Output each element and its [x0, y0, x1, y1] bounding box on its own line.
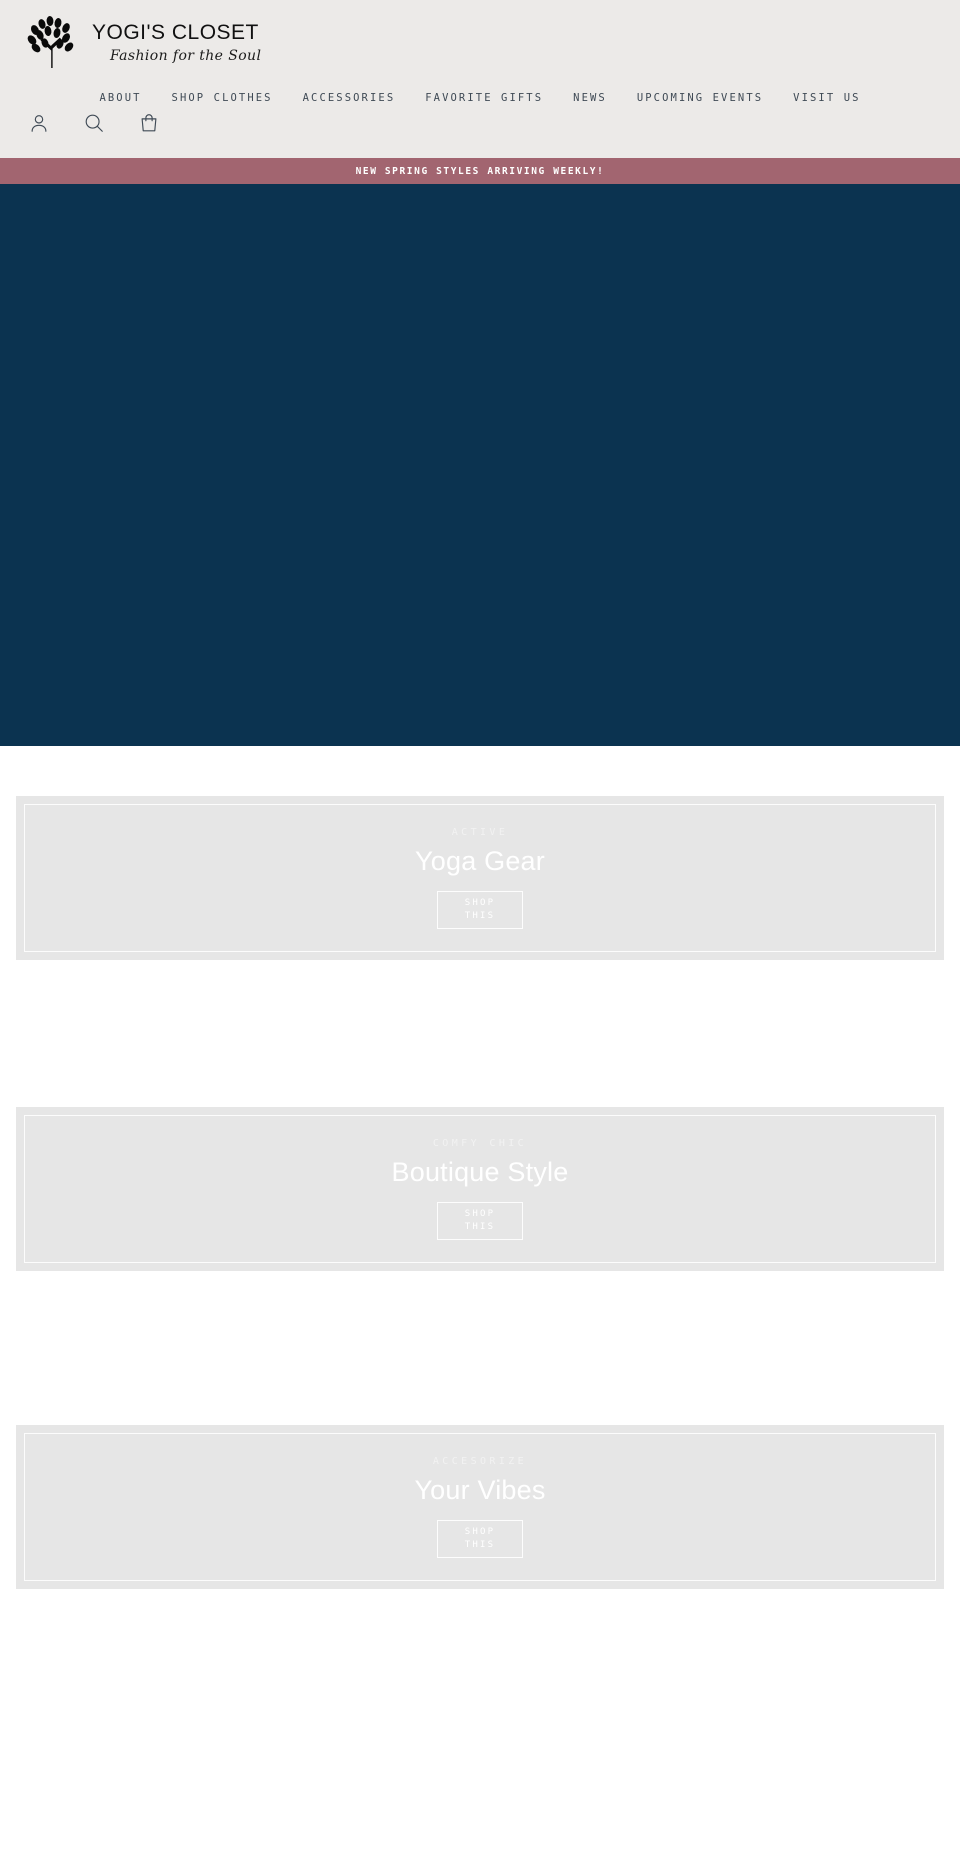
shop-this-button-line1: SHOP [464, 897, 496, 908]
brand-name: YOGI'S CLOSET [92, 21, 259, 45]
shop-this-button-line2: THIS [464, 911, 496, 921]
shop-this-button[interactable]: SHOP THIS [437, 891, 523, 929]
shop-this-button-line2: THIS [464, 1222, 496, 1232]
nav-link-favorite-gifts[interactable]: FAVORITE GIFTS [425, 92, 543, 104]
cart-icon[interactable] [138, 112, 160, 134]
nav-link-shop-clothes[interactable]: SHOP CLOTHES [172, 92, 273, 104]
brand-wordmark: YOGI'S CLOSET Fashion for the Soul [92, 20, 262, 64]
nav-link-visit-us[interactable]: VISIT US [793, 92, 860, 104]
site-header: YOGI'S CLOSET Fashion for the Soul ABOUT… [0, 0, 960, 158]
card-inner: COMFY CHIC Boutique Style SHOP THIS [24, 1115, 936, 1263]
shop-this-button[interactable]: SHOP THIS [437, 1202, 523, 1240]
card-title: Boutique Style [391, 1157, 569, 1187]
category-card-slot-1: ACTIVE Yoga Gear SHOP THIS [0, 746, 960, 1107]
category-card-yoga-gear[interactable]: ACTIVE Yoga Gear SHOP THIS [16, 796, 944, 960]
card-inner: ACCESORIZE Your Vibes SHOP THIS [24, 1433, 936, 1581]
promo-banner[interactable]: NEW SPRING STYLES ARRIVING WEEKLY! [0, 158, 960, 184]
card-title: Your Vibes [414, 1475, 546, 1505]
brand-tagline: Fashion for the Soul [110, 47, 262, 64]
shop-this-button-line2: THIS [464, 1540, 496, 1550]
category-card-slot-2: COMFY CHIC Boutique Style SHOP THIS [0, 1107, 960, 1425]
nav-link-upcoming-events[interactable]: UPCOMING EVENTS [637, 92, 763, 104]
brand-logo[interactable]: YOGI'S CLOSET Fashion for the Soul [26, 14, 261, 70]
account-icon[interactable] [28, 112, 50, 134]
card-inner: ACTIVE Yoga Gear SHOP THIS [24, 804, 936, 952]
main-navigation: ABOUT SHOP CLOTHES ACCESSORIES FAVORITE … [0, 92, 960, 104]
category-cards: ACTIVE Yoga Gear SHOP THIS COMFY CHIC Bo… [0, 746, 960, 1745]
shop-this-button-line1: SHOP [464, 1208, 496, 1219]
shop-this-button[interactable]: SHOP THIS [437, 1520, 523, 1558]
category-card-your-vibes[interactable]: ACCESORIZE Your Vibes SHOP THIS [16, 1425, 944, 1589]
card-overline: COMFY CHIC [432, 1138, 528, 1149]
page-root: YOGI'S CLOSET Fashion for the Soul ABOUT… [0, 0, 960, 1875]
category-card-slot-3: ACCESORIZE Your Vibes SHOP THIS [0, 1425, 960, 1745]
card-overline: ACTIVE [451, 827, 509, 838]
card-overline: ACCESORIZE [432, 1456, 528, 1467]
card-title: Yoga Gear [415, 846, 545, 876]
nav-link-news[interactable]: NEWS [573, 92, 607, 104]
header-utility-icons [28, 112, 160, 134]
category-card-boutique-style[interactable]: COMFY CHIC Boutique Style SHOP THIS [16, 1107, 944, 1271]
nav-link-accessories[interactable]: ACCESSORIES [303, 92, 396, 104]
tree-logo-icon [26, 14, 80, 70]
hero-banner [0, 184, 960, 746]
shop-this-button-line1: SHOP [464, 1526, 496, 1537]
promo-banner-text: NEW SPRING STYLES ARRIVING WEEKLY! [355, 165, 605, 177]
search-icon[interactable] [83, 112, 105, 134]
nav-link-about[interactable]: ABOUT [99, 92, 141, 104]
